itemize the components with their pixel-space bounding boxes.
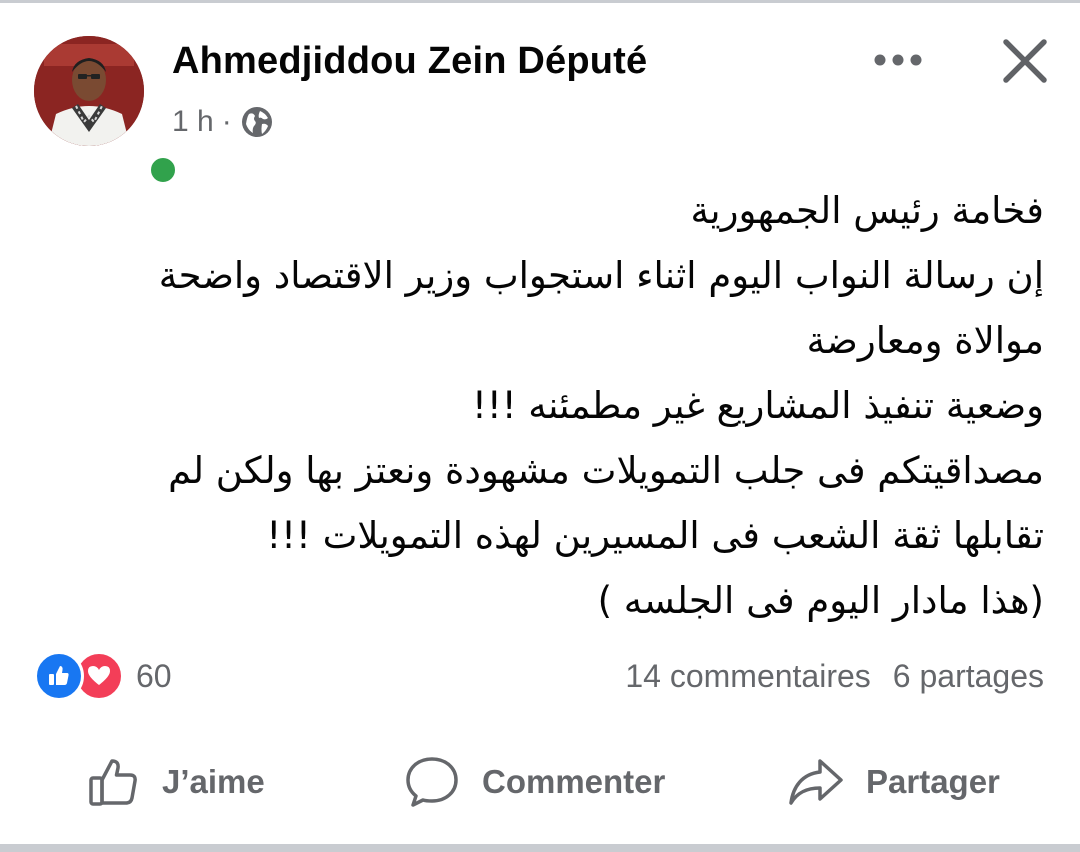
author-name[interactable]: Ahmedjiddou Zein Député	[172, 40, 647, 83]
more-options-icon[interactable]	[870, 40, 926, 80]
post-text-line: موالاة ومعارضة	[806, 319, 1044, 362]
globe-icon[interactable]	[240, 105, 274, 139]
avatar-portrait	[34, 36, 144, 146]
post-text-line: إن رسالة النواب اليوم اثناء استجواب وزير…	[158, 254, 1044, 297]
avatar	[34, 36, 144, 146]
post-text-line: تقابلها ثقة الشعب فى المسيرين لهذه التمو…	[266, 514, 1044, 557]
comments-count-link[interactable]: 14 commentaires	[625, 658, 870, 695]
like-icon	[34, 651, 84, 701]
share-button-label: Partager	[866, 763, 1000, 800]
post-text: فخامة رئيس الجمهورية إن رسالة النواب الي…	[60, 178, 1044, 633]
meta-separator: ·	[221, 105, 232, 138]
post-time[interactable]: 1 h	[172, 105, 214, 139]
action-bar: J’aime Commenter Partager	[0, 746, 1080, 818]
shares-count-link[interactable]: 6 partages	[893, 658, 1044, 695]
like-button[interactable]: J’aime	[88, 746, 265, 818]
thumbs-up-icon	[89, 759, 137, 806]
post-meta: 1 h ·	[172, 102, 274, 142]
post-text-line: فخامة رئيس الجمهورية	[690, 189, 1044, 232]
reaction-count: 60	[136, 657, 172, 694]
post-text-line: وضعية تنفيذ المشاريع غير مطمئنه !!!	[472, 384, 1044, 427]
comment-button-label: Commenter	[482, 763, 666, 800]
post-text-line: مصداقيتكم فى جلب التمويلات مشهودة ونعتز …	[168, 449, 1044, 492]
comment-bubble-icon	[406, 757, 458, 807]
author-avatar[interactable]	[34, 36, 179, 186]
comment-button[interactable]: Commenter	[404, 746, 665, 818]
bottom-divider	[0, 844, 1080, 852]
post-stats: 14 commentaires 6 partages	[625, 652, 1044, 700]
reactions-summary[interactable]: 60	[34, 650, 172, 702]
close-icon[interactable]	[994, 30, 1056, 92]
facebook-post: Ahmedjiddou Zein Député 1 h · فخامة رئيس…	[0, 0, 1080, 844]
like-button-label: J’aime	[162, 763, 265, 800]
share-button[interactable]: Partager	[788, 746, 1000, 818]
post-text-line: (هذا مادار اليوم فى الجلسه )	[597, 579, 1044, 622]
share-arrow-icon	[789, 759, 843, 805]
